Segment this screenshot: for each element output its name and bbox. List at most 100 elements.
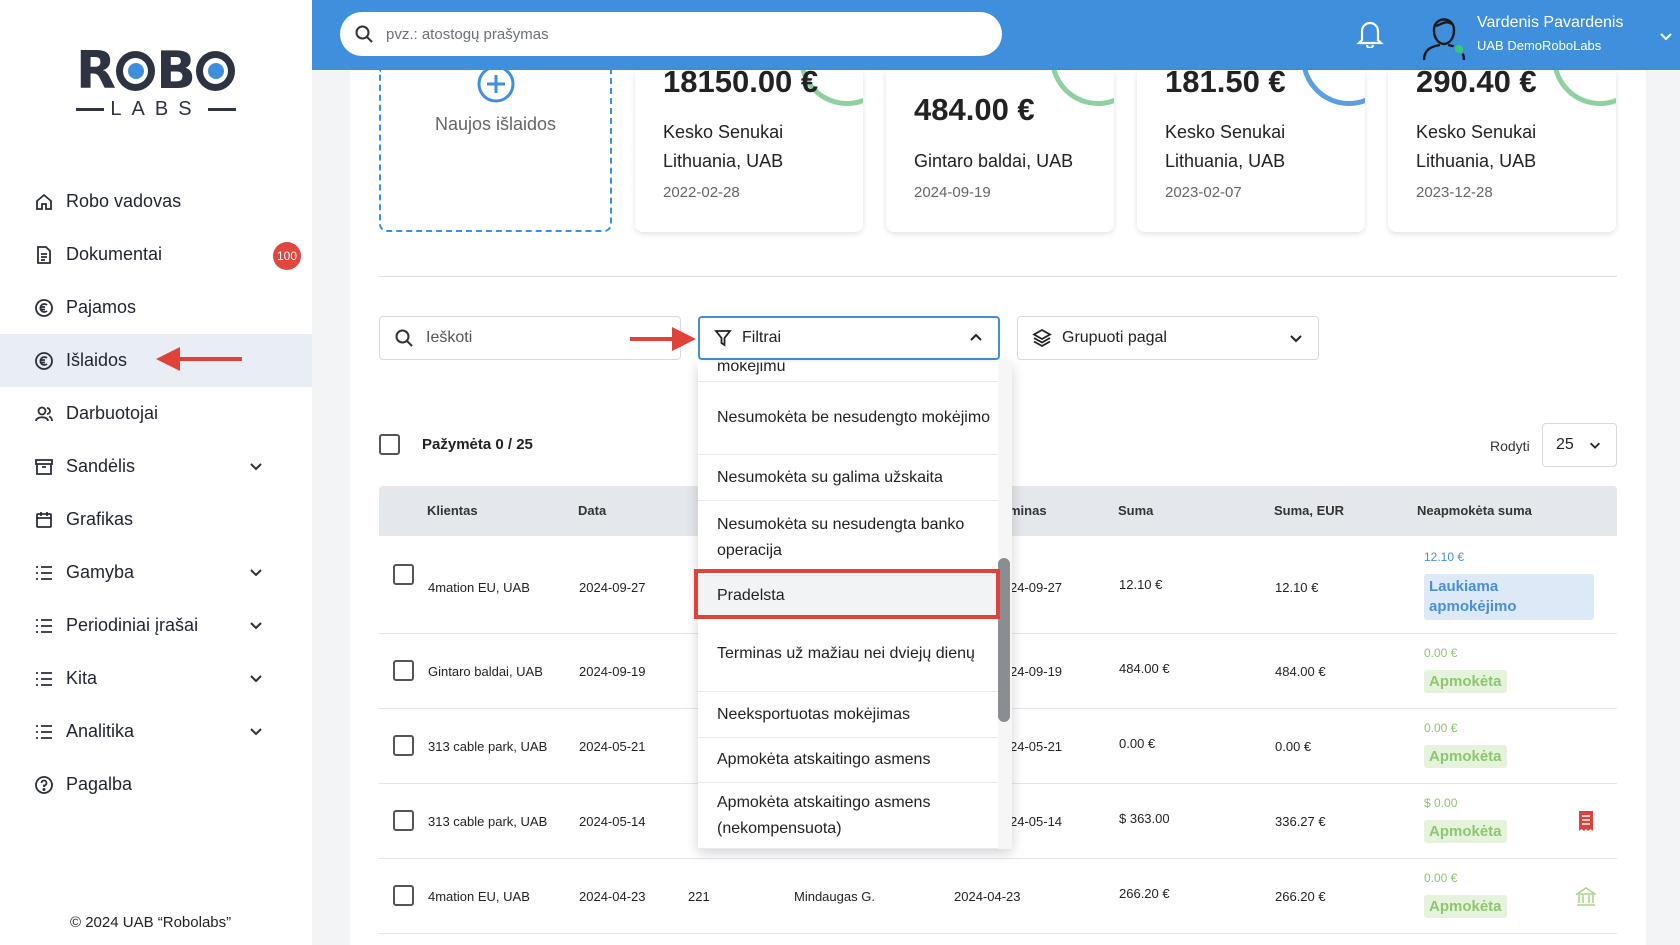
cell-due: 24-05-14: [1010, 814, 1063, 829]
user-name: Vardenis Pavardenis: [1477, 14, 1624, 31]
sidebar-item-darbuotojai[interactable]: Darbuotojai: [0, 387, 312, 440]
bell-icon[interactable]: [1356, 18, 1384, 48]
chevron-down-icon[interactable]: [248, 670, 264, 686]
filter-option[interactable]: Apmokėta atskaitingo asmens (nekompensuo…: [698, 783, 998, 849]
row-checkbox[interactable]: [393, 810, 414, 831]
status-badge: Apmokėta: [1424, 745, 1507, 768]
card-amount: 18150.00 €: [663, 70, 819, 99]
cell-sum: 0.00 €: [1119, 736, 1156, 751]
cell-due: 2024-04-23: [954, 889, 1021, 904]
cell-unpaid: $ 0.00: [1424, 796, 1458, 810]
select-all-checkbox[interactable]: [379, 434, 400, 455]
annotation-arrow-left: [156, 347, 242, 371]
search-icon: [355, 25, 373, 43]
filter-icon: [714, 330, 732, 347]
card-date: 2022-02-28: [663, 184, 740, 201]
filter-option[interactable]: Neeksportuotas mokėjimas: [698, 692, 998, 738]
table-row[interactable]: 4mation EU, UAB 2024-04-23 221 Mindaugas…: [379, 859, 1617, 934]
sidebar-item-pajamos[interactable]: Pajamos: [0, 281, 312, 334]
search-icon: [395, 329, 413, 347]
copyright-text: © 2024 UAB “Robolabs”: [70, 914, 232, 931]
sidebar-item-gamyba[interactable]: Gamyba: [0, 546, 312, 599]
logo-bottom: LABS: [76, 98, 236, 121]
annotation-arrow-right: [630, 327, 696, 351]
card-arc-decoration: [1301, 70, 1365, 106]
new-expense-card[interactable]: Naujos išlaidos: [379, 65, 612, 232]
column-header-date[interactable]: Data: [578, 503, 606, 518]
column-header-unpaid[interactable]: Neapmokėta suma: [1417, 503, 1532, 518]
expense-card[interactable]: 290.40 € Kesko Senukai Lithuania, UAB 20…: [1388, 70, 1616, 232]
page-size-select[interactable]: 25: [1542, 423, 1617, 467]
column-header-client[interactable]: Klientas: [427, 503, 478, 518]
filter-option[interactable]: Nesumokėta su nesudengta banko operacija: [698, 501, 998, 576]
robolabs-logo[interactable]: RB LABS: [76, 41, 236, 126]
cell-sum: $ 363.00: [1119, 811, 1170, 826]
group-by-label: Grupuoti pagal: [1062, 329, 1167, 346]
filter-option[interactable]: Apmokėta atskaitingo asmens: [698, 738, 998, 783]
expense-card[interactable]: 484.00 € Gintaro baldai, UAB 2024-09-19: [886, 70, 1114, 232]
sidebar-item-pagalba[interactable]: Pagalba: [0, 758, 312, 811]
sidebar-item-label: Kita: [66, 668, 98, 688]
column-header-sum[interactable]: Suma: [1118, 503, 1153, 518]
section-divider: [379, 276, 1617, 277]
global-search-input[interactable]: [386, 25, 946, 43]
filter-option[interactable]: mokėjimu: [698, 362, 998, 382]
row-checkbox[interactable]: [393, 564, 414, 585]
cell-sum: 266.20 €: [1119, 886, 1170, 901]
expense-search-input[interactable]: [426, 329, 626, 347]
top-bar: Vardenis Pavardenis UAB DemoRoboLabs: [312, 0, 1680, 70]
group-by-dropdown[interactable]: Grupuoti pagal: [1017, 316, 1319, 360]
sidebar-item-label: Gamyba: [66, 562, 135, 582]
column-header-sum-eur[interactable]: Suma, EUR: [1274, 503, 1344, 518]
chevron-down-icon[interactable]: [1658, 28, 1674, 44]
row-checkbox[interactable]: [393, 660, 414, 681]
filter-dropdown-toggle[interactable]: Filtrai: [698, 316, 1000, 360]
filter-option[interactable]: Terminas už mažiau nei dviejų dienų: [698, 616, 998, 692]
sidebar-item-sandelis[interactable]: Sandėlis: [0, 440, 312, 493]
chevron-down-icon[interactable]: [248, 723, 264, 739]
filter-option[interactable]: Nesumokėta be nesudengto mokėjimo: [698, 382, 998, 455]
status-badge: Apmokėta: [1424, 820, 1507, 843]
card-arc-decoration: [1050, 70, 1114, 106]
layers-icon: [1032, 328, 1052, 348]
sidebar-item-kita[interactable]: Kita: [0, 652, 312, 705]
archive-icon: [34, 457, 54, 477]
card-date: 2024-09-19: [914, 184, 991, 201]
row-checkbox[interactable]: [393, 735, 414, 756]
card-arc-decoration: [1552, 70, 1616, 106]
cell-unpaid: 0.00 €: [1424, 871, 1458, 885]
chevron-down-icon: [1290, 335, 1302, 343]
list-icon: [34, 669, 54, 689]
sidebar-item-robo-vadovas[interactable]: Robo vadovas: [0, 175, 312, 228]
page-size-label: Rodyti: [1490, 438, 1530, 454]
sidebar-item-dokumentai[interactable]: Dokumentai 100: [0, 228, 312, 281]
filter-option[interactable]: Nesumokėta su galima užskaita: [698, 455, 998, 501]
document-icon: [34, 245, 54, 265]
sidebar-item-label: Darbuotojai: [66, 403, 159, 423]
column-header-due[interactable]: minas: [1009, 503, 1047, 518]
cell-date: 2024-04-23: [579, 889, 646, 904]
chevron-up-icon: [970, 333, 982, 341]
cell-sum: 484.00 €: [1119, 661, 1170, 676]
sidebar-item-analitika[interactable]: Analitika: [0, 705, 312, 758]
row-checkbox[interactable]: [393, 885, 414, 906]
cell-date: 2024-09-27: [579, 580, 646, 595]
plus-circle-icon: [477, 65, 515, 103]
sidebar-item-label: Periodiniai įrašai: [66, 615, 199, 635]
expense-card[interactable]: 181.50 € Kesko Senukai Lithuania, UAB 20…: [1137, 70, 1365, 232]
list-icon: [34, 616, 54, 636]
cell-date: 2024-05-21: [579, 739, 646, 754]
bank-icon[interactable]: [1576, 886, 1596, 908]
sidebar: RB LABS Robo vadovas Dokumentai 100 Paja…: [0, 0, 312, 945]
expense-card[interactable]: 18150.00 € Kesko Senukai Lithuania, UAB …: [635, 70, 863, 232]
cell-number: 221: [688, 889, 710, 904]
sidebar-item-periodiniai-irasai[interactable]: Periodiniai įrašai: [0, 599, 312, 652]
chevron-down-icon[interactable]: [248, 617, 264, 633]
chevron-down-icon[interactable]: [248, 564, 264, 580]
global-search[interactable]: [340, 12, 1002, 56]
receipt-icon[interactable]: [1576, 810, 1596, 832]
cell-due: 24-05-21: [1010, 739, 1063, 754]
sidebar-item-grafikas[interactable]: Grafikas: [0, 493, 312, 546]
chevron-down-icon[interactable]: [248, 458, 264, 474]
select-all: Pažymėta 0 / 25: [379, 434, 533, 455]
